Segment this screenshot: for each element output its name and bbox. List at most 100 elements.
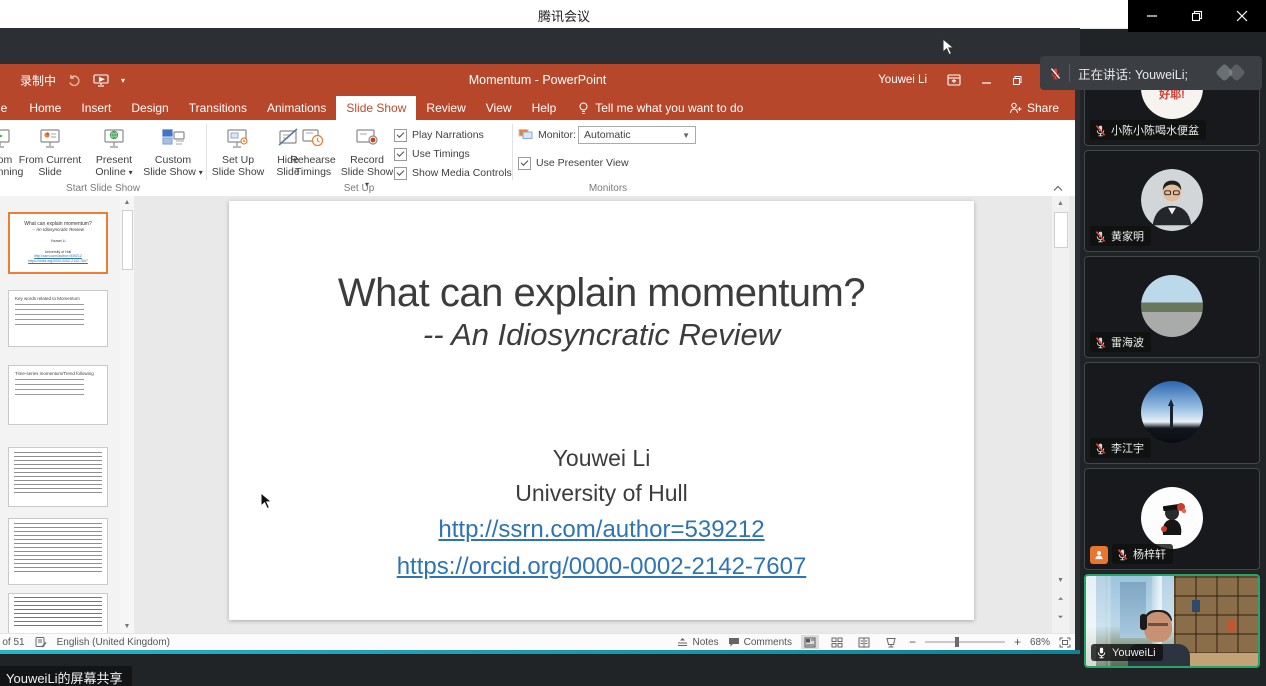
muted-mic-icon [1094, 124, 1107, 137]
tab-review[interactable]: Review [416, 96, 475, 120]
undo-icon[interactable] [68, 74, 81, 87]
zoom-in-button[interactable]: + [1014, 635, 1021, 649]
tab-transitions[interactable]: Transitions [179, 96, 257, 120]
use-timings-checkbox[interactable]: Use Timings [394, 147, 470, 161]
tab-design[interactable]: Design [121, 96, 178, 120]
notes-button[interactable]: Notes [677, 637, 718, 648]
present-online-button[interactable]: Present Online ▾ [86, 124, 142, 179]
play-narrations-label: Play Narrations [412, 129, 484, 141]
participant-tile[interactable]: 李江宇 [1084, 362, 1260, 464]
tell-me-label: Tell me what you want to do [595, 101, 743, 115]
ppt-restore-icon[interactable] [1012, 75, 1023, 86]
minimize-button[interactable] [1144, 8, 1160, 24]
record-slide-show-button[interactable]: Record Slide Show ▾ [338, 124, 396, 191]
tab-file[interactable]: File [0, 96, 19, 120]
slide-author: Youwei Li [229, 443, 974, 473]
tab-help[interactable]: Help [522, 96, 567, 120]
scrollbar-thumb[interactable] [122, 210, 133, 270]
set-up-slide-show-button[interactable]: Set Up Slide Show [210, 124, 266, 178]
normal-view-button[interactable] [801, 635, 819, 649]
slideshow-view-button[interactable] [882, 635, 900, 649]
start-slideshow-icon[interactable] [93, 73, 109, 87]
scroll-down-icon[interactable]: ▼ [120, 623, 134, 631]
monitor-icon [518, 128, 533, 141]
faux-text-lines [14, 452, 102, 496]
thumbnail-slide-5[interactable] [8, 518, 108, 585]
zoom-slider[interactable] [925, 641, 1005, 643]
participant-name-badge: 李江宇 [1090, 438, 1151, 458]
zoom-percentage[interactable]: 68% [1030, 637, 1050, 648]
qat-dropdown-caret[interactable]: ▾ [121, 76, 125, 85]
close-button[interactable] [1234, 8, 1250, 24]
slide-link-ssrn[interactable]: http://ssrn.com/author=539212 [229, 515, 974, 545]
next-slide-button[interactable]: ⏷ [1052, 614, 1069, 622]
monitor-label: Monitor: [538, 129, 576, 141]
rehearse-timings-button[interactable]: Rehearse Timings [288, 124, 338, 178]
thumbnail-slide-4[interactable] [8, 447, 108, 507]
slide-link-orcid[interactable]: https://orcid.org/0000-0002-2142-7607 [229, 552, 974, 582]
thumbnail-slide-1[interactable]: What can explain momentum? -- An Idiosyn… [8, 212, 108, 274]
muted-mic-icon [1116, 548, 1129, 561]
tab-insert[interactable]: Insert [71, 96, 121, 120]
slide-scrollbar[interactable]: ▲ ▼ ⏶ ⏷ [1052, 196, 1069, 634]
tab-slide-show[interactable]: Slide Show [336, 96, 416, 120]
group-label-monitors: Monitors [512, 183, 704, 194]
muted-mic-icon [1094, 230, 1107, 243]
reading-view-button[interactable] [855, 635, 873, 649]
previous-slide-button[interactable]: ⏶ [1052, 596, 1069, 604]
custom-slide-show-icon [142, 124, 204, 154]
thumbnail-slide-2[interactable]: Key words related to Momentum [8, 290, 108, 347]
show-media-controls-checkbox[interactable]: Show Media Controls [394, 166, 512, 180]
play-narrations-checkbox[interactable]: Play Narrations [394, 128, 484, 142]
scroll-up-icon[interactable]: ▲ [1052, 200, 1069, 208]
account-name[interactable]: Youwei Li [878, 74, 927, 86]
slide-canvas[interactable]: What can explain momentum? -- An Idiosyn… [229, 201, 974, 620]
participant-tile[interactable]: 雷海波 [1084, 256, 1260, 358]
participant-name-badge: 黄家明 [1090, 226, 1151, 246]
participant-tile[interactable]: 黄家明 [1084, 150, 1260, 252]
monitor-row: Monitor: [518, 128, 576, 141]
checkbox-checked-icon [394, 129, 407, 142]
editor-area: What can explain momentum? -- An Idiosyn… [0, 196, 1075, 634]
comments-button[interactable]: Comments [728, 637, 792, 648]
meeting-window-title: 腾讯会议 [0, 6, 1128, 25]
slide-title: What can explain momentum? [229, 271, 974, 315]
show-media-controls-label: Show Media Controls [412, 167, 512, 179]
participant-tile[interactable]: 杨梓轩 [1084, 468, 1260, 570]
monitor-select[interactable]: Automatic ▼ [578, 126, 696, 144]
scroll-down-icon[interactable]: ▼ [1052, 577, 1069, 585]
active-mic-icon [1095, 646, 1108, 659]
thumbnail-scrollbar[interactable]: ▲ ▼ [120, 196, 134, 634]
mouse-cursor-ghost [942, 38, 955, 57]
share-button[interactable]: Share [1009, 96, 1075, 120]
faux-text-lines [14, 523, 102, 575]
avatar [1141, 487, 1203, 549]
tell-me-box[interactable]: Tell me what you want to do [566, 96, 743, 120]
slide-sorter-view-button[interactable] [828, 635, 846, 649]
group-separator [512, 124, 513, 180]
from-current-slide-button[interactable]: From Current Slide [14, 124, 86, 178]
spellcheck-icon[interactable] [35, 636, 47, 648]
fit-slide-to-window-icon[interactable] [1059, 637, 1071, 648]
tab-animations[interactable]: Animations [257, 96, 336, 120]
collapse-ribbon-icon[interactable] [1053, 185, 1063, 192]
scrollbar-thumb[interactable] [1054, 212, 1068, 248]
participant-tile-active-speaker[interactable]: YouweiLi [1084, 574, 1260, 668]
monitor-select-value: Automatic [584, 129, 631, 141]
ppt-minimize-icon[interactable] [981, 75, 992, 86]
lightbulb-icon [578, 102, 589, 115]
thumbnail-slide-6[interactable] [8, 593, 108, 634]
avatar [1141, 169, 1203, 231]
scroll-up-icon[interactable]: ▲ [120, 199, 134, 207]
tab-view[interactable]: View [476, 96, 522, 120]
thumbnail-slide-3[interactable]: Time-series momentum/Trend following [8, 365, 108, 425]
muted-mic-icon [1094, 336, 1107, 349]
zoom-out-button[interactable]: − [909, 635, 916, 649]
zoom-slider-thumb[interactable] [955, 637, 959, 647]
use-presenter-view-checkbox[interactable]: Use Presenter View [518, 156, 629, 170]
tab-home[interactable]: Home [19, 96, 71, 120]
custom-slide-show-button[interactable]: Custom Slide Show ▾ [142, 124, 204, 179]
language-status[interactable]: English (United Kingdom) [57, 637, 170, 648]
restore-button[interactable] [1189, 8, 1205, 24]
ribbon-display-options-icon[interactable] [947, 74, 961, 86]
